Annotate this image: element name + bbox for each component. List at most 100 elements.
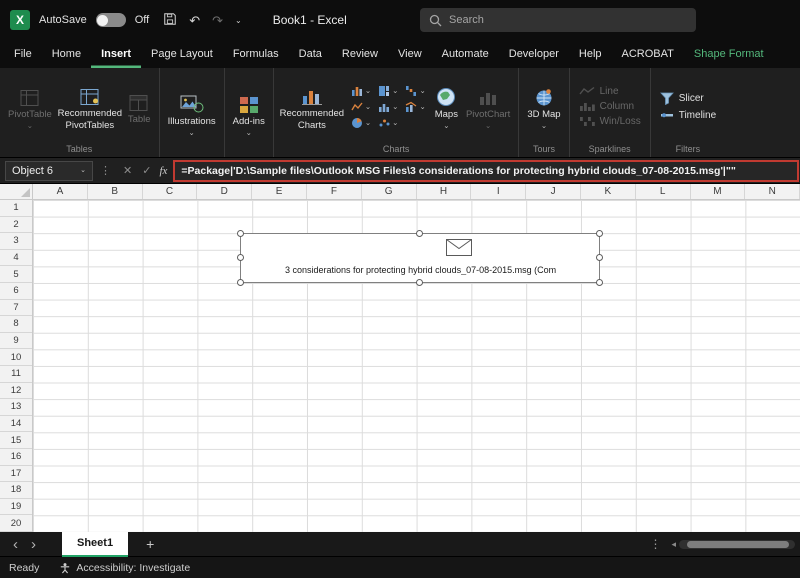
insert-function-button[interactable]: fx: [159, 165, 167, 177]
insert-waterfall-chart-button[interactable]: ⌄: [405, 85, 426, 97]
cancel-icon[interactable]: ✕: [123, 164, 132, 177]
previous-sheet-icon[interactable]: ‹: [13, 537, 18, 552]
resize-handle[interactable]: [237, 279, 244, 286]
column-header-G[interactable]: G: [362, 184, 417, 199]
row-header-15[interactable]: 15: [0, 432, 32, 449]
search-input[interactable]: Search: [420, 8, 696, 32]
3d-map-button[interactable]: 3D Map ⌄: [523, 82, 564, 131]
new-sheet-button[interactable]: +: [146, 537, 154, 551]
horizontal-scrollbar[interactable]: [679, 539, 795, 549]
tab-acrobat[interactable]: ACROBAT: [612, 40, 684, 68]
formula-bar-options-icon[interactable]: ⋮: [100, 164, 111, 177]
insert-combo-chart-button[interactable]: ⌄: [405, 101, 426, 113]
tab-insert[interactable]: Insert: [91, 40, 141, 68]
resize-handle[interactable]: [596, 279, 603, 286]
enter-icon[interactable]: ✓: [142, 164, 151, 177]
horizontal-scrollbar-thumb[interactable]: [687, 540, 789, 548]
column-header-F[interactable]: F: [307, 184, 362, 199]
name-box[interactable]: Object 6 ⌄: [5, 160, 93, 181]
sheet-bar-options-icon[interactable]: ⋮: [649, 537, 661, 551]
sparkline-column-button[interactable]: Column: [574, 100, 646, 113]
row-header-3[interactable]: 3: [0, 233, 32, 250]
illustrations-button[interactable]: Illustrations ⌄: [164, 89, 220, 138]
next-sheet-icon[interactable]: ›: [31, 537, 36, 552]
pivotchart-button[interactable]: PivotChart ⌄: [462, 82, 514, 131]
tab-shape-format[interactable]: Shape Format: [684, 40, 774, 68]
column-header-H[interactable]: H: [417, 184, 472, 199]
redo-button[interactable]: ↷: [212, 14, 223, 27]
row-header-6[interactable]: 6: [0, 283, 32, 300]
insert-scatter-chart-button[interactable]: ⌄: [378, 117, 398, 129]
column-header-L[interactable]: L: [636, 184, 691, 199]
save-button[interactable]: [163, 12, 177, 28]
undo-button[interactable]: ↶: [189, 14, 200, 27]
row-header-8[interactable]: 8: [0, 316, 32, 333]
row-header-2[interactable]: 2: [0, 217, 32, 234]
pivottable-button[interactable]: PivotTable ⌄: [4, 82, 56, 131]
column-header-I[interactable]: I: [471, 184, 527, 199]
insert-line-chart-button[interactable]: ⌄: [351, 101, 371, 113]
row-header-10[interactable]: 10: [0, 349, 32, 366]
resize-handle[interactable]: [237, 230, 244, 237]
accessibility-status[interactable]: Accessibility: Investigate: [59, 562, 190, 574]
column-header-M[interactable]: M: [691, 184, 746, 199]
row-header-17[interactable]: 17: [0, 466, 32, 483]
tab-data[interactable]: Data: [289, 40, 332, 68]
resize-handle[interactable]: [416, 279, 423, 286]
row-header-9[interactable]: 9: [0, 333, 32, 350]
recommended-charts-button[interactable]: Recommended Charts: [278, 81, 346, 131]
row-header-16[interactable]: 16: [0, 449, 32, 466]
sheet-tab-sheet1[interactable]: Sheet1: [62, 531, 129, 557]
select-all-corner[interactable]: [0, 184, 33, 200]
resize-handle[interactable]: [237, 254, 244, 261]
tab-file[interactable]: File: [4, 40, 42, 68]
column-header-A[interactable]: A: [33, 184, 88, 199]
sparkline-line-button[interactable]: Line: [574, 85, 646, 98]
tab-view[interactable]: View: [388, 40, 432, 68]
resize-handle[interactable]: [416, 230, 423, 237]
table-button[interactable]: Table: [124, 87, 155, 126]
tab-home[interactable]: Home: [42, 40, 91, 68]
row-header-18[interactable]: 18: [0, 482, 32, 499]
embedded-msg-object[interactable]: 3 considerations for protecting hybrid c…: [237, 230, 603, 286]
row-header-7[interactable]: 7: [0, 300, 32, 317]
column-header-E[interactable]: E: [252, 184, 307, 199]
sparkline-winloss-button[interactable]: Win/Loss: [574, 115, 646, 128]
row-header-19[interactable]: 19: [0, 499, 32, 516]
resize-handle[interactable]: [596, 230, 603, 237]
insert-hierarchy-chart-button[interactable]: ⌄: [378, 85, 398, 97]
tab-page-layout[interactable]: Page Layout: [141, 40, 223, 68]
timeline-button[interactable]: Timeline: [655, 108, 721, 122]
formula-input[interactable]: =Package|'D:\Sample files\Outlook MSG Fi…: [173, 159, 799, 182]
insert-statistic-chart-button[interactable]: ⌄: [378, 101, 398, 113]
tab-automate[interactable]: Automate: [432, 40, 499, 68]
tab-review[interactable]: Review: [332, 40, 388, 68]
row-header-12[interactable]: 12: [0, 383, 32, 400]
insert-column-chart-button[interactable]: ⌄: [351, 85, 371, 97]
row-header-4[interactable]: 4: [0, 250, 32, 267]
row-header-11[interactable]: 11: [0, 366, 32, 383]
recommended-pivottables-button[interactable]: Recommended PivotTables: [56, 81, 124, 131]
insert-pie-chart-button[interactable]: ⌄: [351, 117, 371, 129]
resize-handle[interactable]: [596, 254, 603, 261]
column-header-N[interactable]: N: [745, 184, 800, 199]
row-header-20[interactable]: 20: [0, 515, 32, 532]
scroll-left-icon[interactable]: ◂: [671, 539, 676, 550]
column-header-C[interactable]: C: [143, 184, 198, 199]
row-header-13[interactable]: 13: [0, 399, 32, 416]
autosave-toggle[interactable]: [95, 13, 126, 27]
maps-button[interactable]: Maps ⌄: [431, 82, 462, 131]
slicer-button[interactable]: Slicer: [655, 91, 721, 106]
column-header-D[interactable]: D: [197, 184, 253, 199]
row-header-14[interactable]: 14: [0, 416, 32, 433]
tab-formulas[interactable]: Formulas: [223, 40, 289, 68]
add-ins-button[interactable]: Add-ins ⌄: [229, 89, 269, 138]
column-header-K[interactable]: K: [581, 184, 636, 199]
tab-help[interactable]: Help: [569, 40, 612, 68]
column-header-B[interactable]: B: [88, 184, 143, 199]
tab-developer[interactable]: Developer: [499, 40, 569, 68]
row-header-1[interactable]: 1: [0, 200, 32, 217]
customize-toolbar-chevron-icon[interactable]: ⌄: [235, 16, 242, 25]
column-header-J[interactable]: J: [526, 184, 581, 199]
row-header-5[interactable]: 5: [0, 266, 32, 283]
